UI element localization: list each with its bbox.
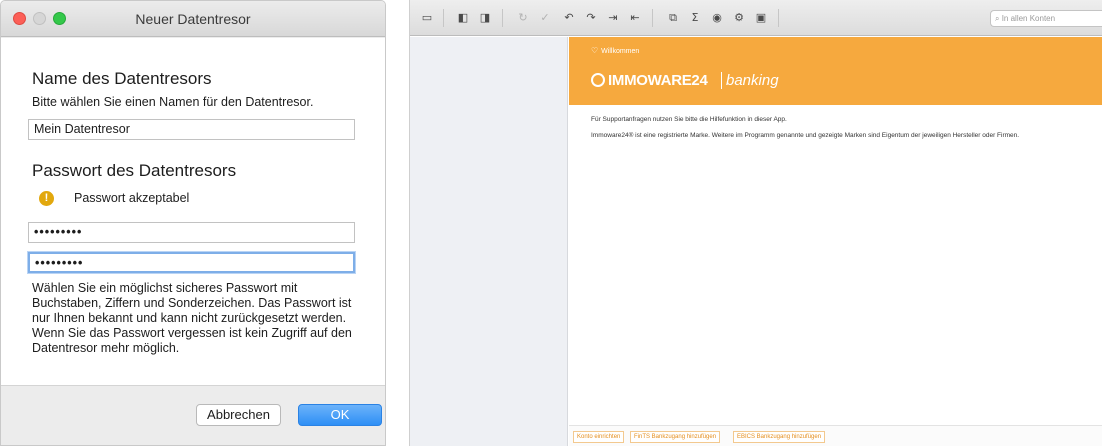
vault-name-heading: Name des Datentresors (32, 69, 212, 88)
password-help-text: Wählen Sie ein möglichst sicheres Passwo… (32, 281, 352, 355)
dialog-titlebar: Neuer Datentresor (1, 1, 385, 37)
group-icon[interactable]: ⧉ (666, 11, 680, 25)
logo-brand: IMMOWARE24 (608, 72, 708, 89)
heart-icon: ♡ (591, 46, 599, 55)
new-vault-dialog: Neuer Datentresor Name des Datentresors … (0, 0, 386, 446)
toolbar: ▭ ◧ ◨ ↻ ✓ ↶ ↷ ⇥ ⇤ ⧉ Σ ◉ ⚙ ▣ ⌕ In allen K… (410, 0, 1102, 36)
sum-icon[interactable]: Σ (688, 11, 702, 25)
dialog-body: Name des Datentresors Bitte wählen Sie e… (1, 38, 385, 385)
welcome-text: Willkommen (601, 48, 640, 55)
sidebar-toggle-icon[interactable]: ▭ (420, 11, 434, 25)
search-icon: ⌕ (995, 14, 1002, 23)
password-confirm-field[interactable]: ••••••••• (28, 252, 355, 273)
vault-name-hint: Bitte wählen Sie einen Namen für den Dat… (32, 95, 314, 109)
redo-icon[interactable]: ↷ (584, 11, 598, 25)
accounts-sidebar (410, 37, 568, 446)
settings-icon[interactable]: ⚙ (732, 11, 746, 25)
cancel-button[interactable]: Abbrechen (196, 404, 281, 426)
refresh-icon[interactable]: ↻ (516, 11, 530, 25)
logo-divider (721, 72, 722, 89)
dialog-title: Neuer Datentresor (135, 11, 251, 27)
add-fints-button[interactable]: FinTS Bankzugang hinzufügen (630, 431, 721, 443)
warning-icon: ! (39, 191, 54, 206)
support-text: Für Supportanfragen nutzen Sie bitte die… (591, 116, 787, 123)
check-icon[interactable]: ✓ (538, 11, 552, 25)
password-status-text: Passwort akzeptabel (74, 191, 190, 205)
toolbar-divider (652, 9, 653, 27)
toolbar-divider (502, 9, 503, 27)
import-icon[interactable]: ⇥ (606, 11, 620, 25)
undo-icon[interactable]: ↶ (562, 11, 576, 25)
export-icon[interactable]: ⇤ (628, 11, 642, 25)
dialog-footer: Abbrechen OK (1, 385, 385, 445)
welcome-label: ♡ Willkommen (591, 46, 639, 55)
panel-left-icon[interactable]: ◧ (456, 11, 470, 25)
print-icon[interactable]: ▣ (754, 11, 768, 25)
banking-app-window: ▭ ◧ ◨ ↻ ✓ ↶ ↷ ⇥ ⇤ ⧉ Σ ◉ ⚙ ▣ ⌕ In allen K… (409, 0, 1102, 446)
logo-product: banking (726, 72, 779, 89)
toolbar-divider (443, 9, 444, 27)
main-content: ♡ Willkommen IMMOWARE24 banking Für Suppo… (569, 37, 1102, 446)
password-field[interactable]: ••••••••• (28, 222, 355, 243)
search-placeholder: In allen Konten (1001, 14, 1056, 23)
vault-name-input[interactable]: Mein Datentresor (28, 119, 355, 140)
welcome-banner: ♡ Willkommen IMMOWARE24 banking (569, 37, 1102, 105)
user-icon[interactable]: ◉ (710, 11, 724, 25)
ok-button[interactable]: OK (298, 404, 382, 426)
logo-icon (591, 73, 605, 87)
bottom-actions-bar: Konto einrichten FinTS Bankzugang hinzuf… (569, 425, 1102, 446)
search-input[interactable]: ⌕ In allen Konten (990, 10, 1102, 27)
add-ebics-button[interactable]: EBICS Bankzugang hinzufügen (733, 431, 826, 443)
vault-password-heading: Passwort des Datentresors (32, 161, 237, 180)
setup-account-button[interactable]: Konto einrichten (573, 431, 625, 443)
trademark-text: Immoware24® ist eine registrierte Marke.… (591, 132, 1020, 139)
panel-right-icon[interactable]: ◨ (478, 11, 492, 25)
toolbar-divider (778, 9, 779, 27)
